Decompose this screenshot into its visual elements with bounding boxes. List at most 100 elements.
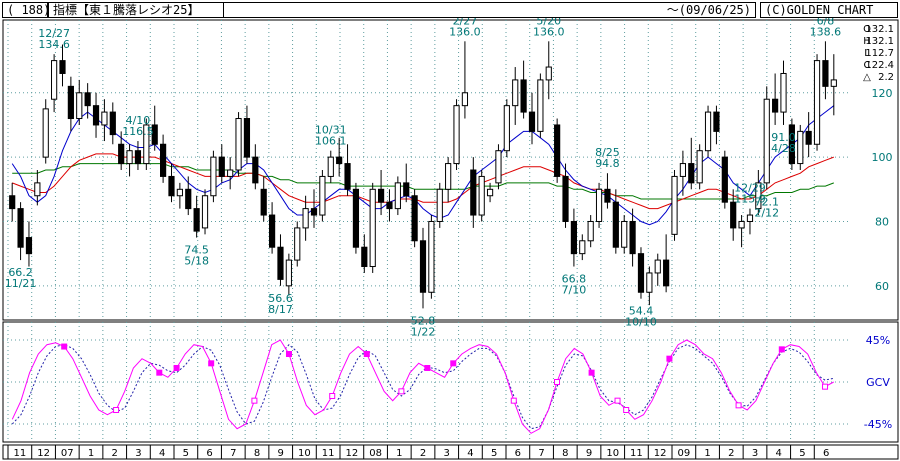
candle-up	[746, 214, 754, 222]
candle-up	[696, 150, 703, 184]
annotation-date: 8/17	[268, 303, 293, 316]
change-label: △	[863, 72, 871, 83]
candle-down	[772, 98, 779, 113]
osc-marker-open	[822, 383, 829, 390]
c-value: 122.4	[865, 60, 894, 71]
l-value: 112.7	[865, 48, 894, 59]
candle-up	[679, 163, 686, 177]
osc-marker-filled	[61, 343, 68, 350]
annotation-value: 134.6	[38, 38, 70, 51]
candle-down	[730, 201, 737, 229]
annotation-date: 2/12	[754, 206, 779, 219]
x-tick-label: 6	[206, 448, 212, 459]
candle-up	[830, 79, 837, 87]
candle-up	[587, 220, 594, 242]
candle-down	[377, 188, 385, 203]
osc-marker-open	[398, 388, 405, 395]
candle-up	[436, 188, 443, 222]
candle-down	[218, 156, 225, 177]
candle-down	[134, 150, 142, 165]
x-tick-label: 7	[538, 448, 544, 459]
x-tick-label: 1	[704, 448, 710, 459]
chart-code: ( 188)	[7, 3, 48, 17]
candle-up	[394, 182, 401, 210]
chart-title: 指標【東１騰落レシオ25】	[53, 3, 200, 17]
ohlc-readout: O 132.1 H 132.1 L 112.7 C 122.4 △ 2.2	[863, 24, 894, 83]
candle-down	[721, 156, 728, 203]
osc-marker-filled	[778, 346, 785, 353]
x-tick-label: 10	[606, 448, 619, 459]
candle-down	[352, 188, 360, 248]
x-tick-label: 2	[420, 448, 426, 459]
candle-down	[277, 246, 284, 280]
candle-up	[486, 188, 494, 197]
x-tick-label: 12	[37, 448, 50, 459]
osc-tick-label: GCV	[866, 376, 890, 389]
osc-marker-filled	[666, 355, 673, 362]
candle-down	[520, 79, 527, 113]
candle-up	[210, 156, 217, 197]
candle-down	[637, 253, 645, 293]
candle-down	[562, 175, 569, 222]
osc-marker-filled	[588, 369, 595, 376]
y-tick-label: 120	[872, 87, 893, 100]
candle-up	[327, 156, 334, 177]
osc-marker-filled	[363, 351, 370, 357]
osc-marker-open	[614, 397, 621, 404]
osc-marker-open	[113, 407, 120, 413]
candle-up	[654, 259, 661, 274]
h-value: 132.1	[865, 36, 894, 47]
x-tick-label: 4	[159, 448, 165, 459]
osc-marker-open	[623, 407, 630, 413]
x-tick-label: 9	[278, 448, 284, 459]
x-tick-label: 10	[298, 448, 311, 459]
osc-tick-label: 45%	[866, 334, 890, 347]
candle-down	[386, 201, 393, 210]
candle-up	[201, 195, 209, 229]
annotation-value: 136.0	[533, 25, 565, 38]
osc-marker-filled	[424, 365, 431, 371]
annotation-value: 106.1	[315, 135, 347, 148]
candle-up	[537, 79, 544, 132]
osc-marker-open	[329, 393, 336, 399]
candle-down	[243, 118, 251, 158]
candle-up	[445, 163, 452, 190]
candle-up	[42, 108, 49, 158]
annotation-value: 138.6	[810, 25, 842, 38]
osc-marker-filled	[173, 365, 180, 371]
candle-down	[310, 208, 318, 216]
osc-marker-open	[510, 397, 517, 404]
candle-down	[268, 214, 276, 248]
candle-down	[336, 156, 343, 165]
candle-up	[126, 150, 133, 165]
candle-up	[461, 92, 469, 107]
candle-down	[713, 111, 720, 132]
x-tick-label: 5	[491, 448, 497, 459]
candle-down	[570, 220, 578, 255]
candle-up	[478, 175, 485, 216]
x-tick-label: 07	[61, 448, 74, 459]
candle-down	[629, 220, 636, 255]
candle-down	[604, 188, 611, 203]
annotation-date: 11/21	[5, 277, 37, 290]
x-tick-label: 11	[630, 448, 643, 459]
osc-marker-open	[735, 402, 742, 409]
x-tick-label: 8	[254, 448, 260, 459]
x-tick-label: 3	[135, 448, 141, 459]
candle-up	[51, 60, 58, 100]
osc-marker-filled	[208, 360, 215, 367]
candle-down	[67, 85, 74, 120]
annotation-value: 94.8	[595, 157, 620, 170]
x-tick-label: 3	[444, 448, 450, 459]
candle-up	[495, 150, 502, 184]
x-tick-label: 2	[728, 448, 734, 459]
x-tick-label: 5	[799, 448, 805, 459]
x-tick-label: 1	[88, 448, 94, 459]
candle-up	[369, 188, 376, 268]
candle-up	[595, 188, 603, 222]
date-range: ～(09/06/25)	[666, 3, 751, 17]
candle-down	[822, 60, 829, 87]
candle-up	[227, 169, 234, 177]
code-box: ( 188)	[2, 2, 48, 18]
candle-down	[528, 111, 536, 132]
